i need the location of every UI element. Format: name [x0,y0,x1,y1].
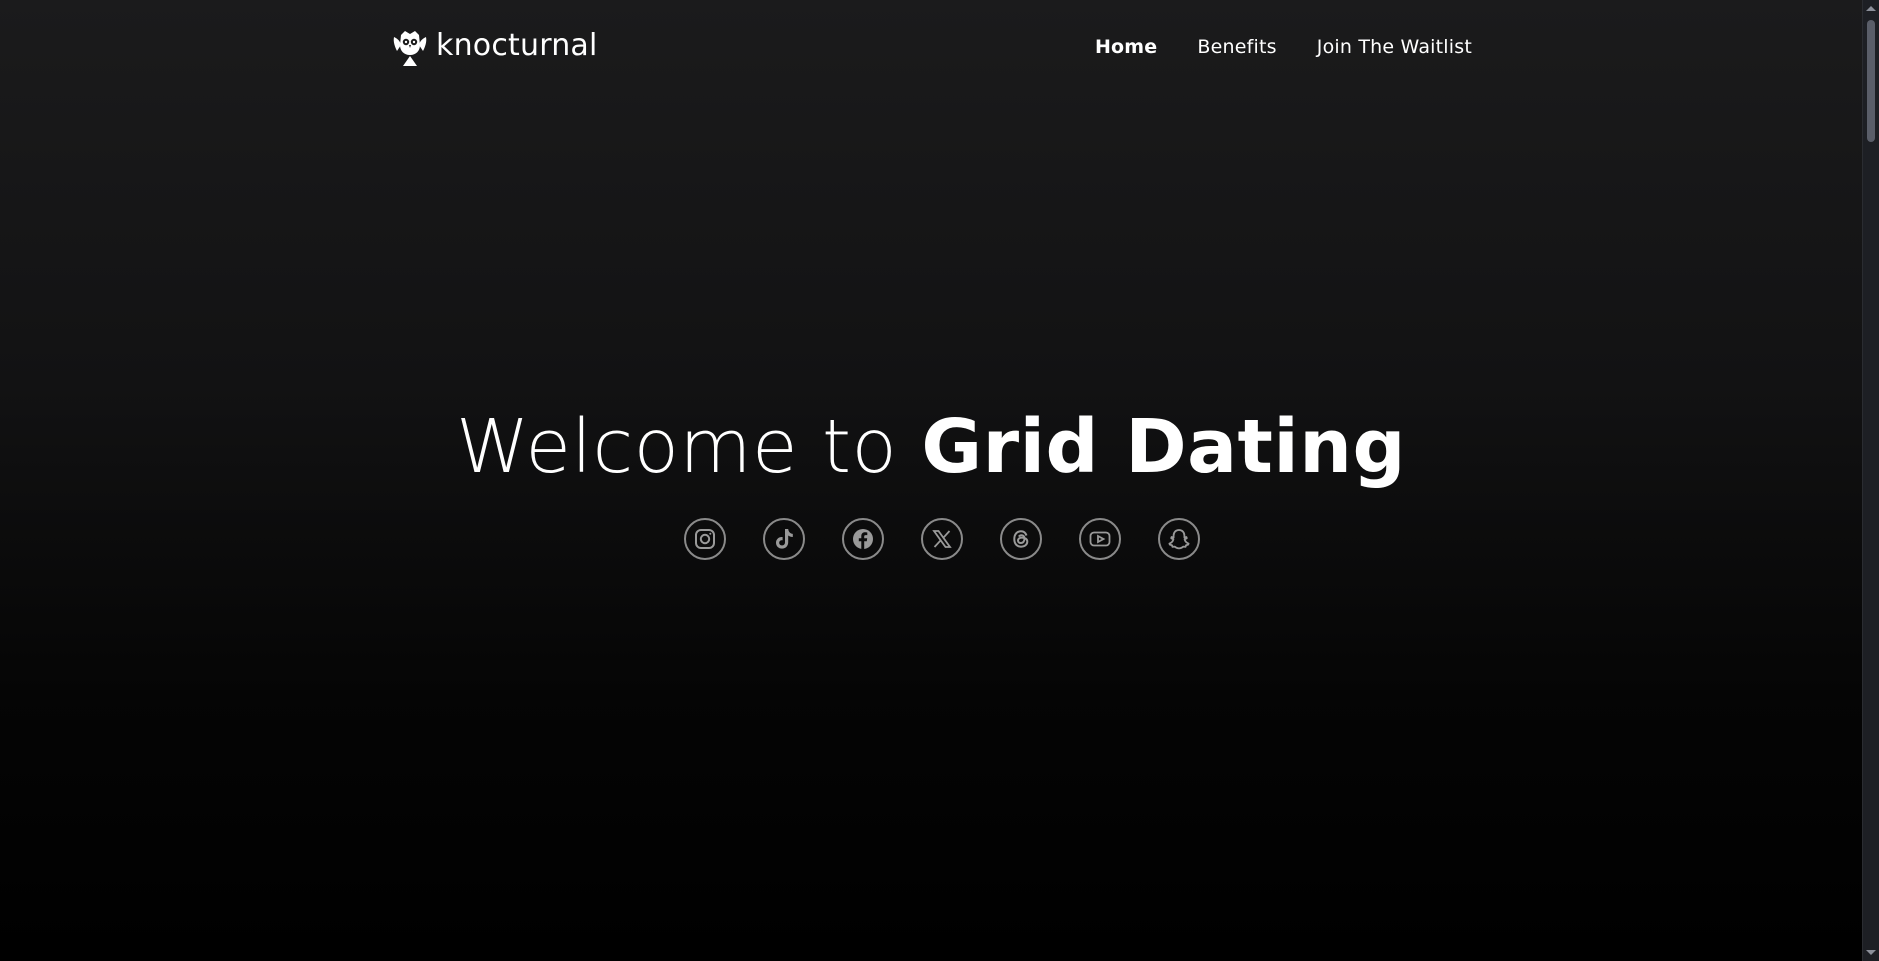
vertical-scrollbar[interactable] [1862,0,1879,961]
hero-title-bold: Grid Dating [921,404,1406,490]
nav-item-benefits[interactable]: Benefits [1197,36,1276,58]
x-icon [932,530,952,548]
hero-section: Welcome to Grid Dating [0,400,1862,494]
facebook-icon [853,529,873,549]
social-link-instagram[interactable] [684,518,726,560]
instagram-icon [695,529,715,549]
owl-logo-icon [393,31,427,66]
social-link-x[interactable] [921,518,963,560]
hero-title-light: Welcome to [456,404,922,490]
brand-logo-link[interactable]: knocturnal [392,28,598,68]
snapchat-icon [1168,529,1190,550]
page: knocturnal Home Benefits Join The Waitli… [0,0,1879,961]
nav-item-join-waitlist[interactable]: Join The Waitlist [1317,36,1472,58]
scroll-down-arrow-icon[interactable] [1866,950,1876,955]
scrollbar-thumb[interactable] [1867,20,1875,142]
social-link-tiktok[interactable] [763,518,805,560]
main-nav: Home Benefits Join The Waitlist [1095,36,1472,58]
social-link-snapchat[interactable] [1158,518,1200,560]
brand-name: knocturnal [436,28,598,63]
site-header: knocturnal Home Benefits Join The Waitli… [0,0,1862,100]
threads-icon [1013,530,1029,548]
scroll-up-arrow-icon[interactable] [1866,6,1876,11]
tiktok-icon [776,529,793,549]
social-link-facebook[interactable] [842,518,884,560]
hero-title: Welcome to Grid Dating [0,400,1862,494]
social-links [684,518,1200,560]
social-link-youtube[interactable] [1079,518,1121,560]
social-link-threads[interactable] [1000,518,1042,560]
nav-item-home[interactable]: Home [1095,36,1157,58]
youtube-icon [1089,531,1111,547]
